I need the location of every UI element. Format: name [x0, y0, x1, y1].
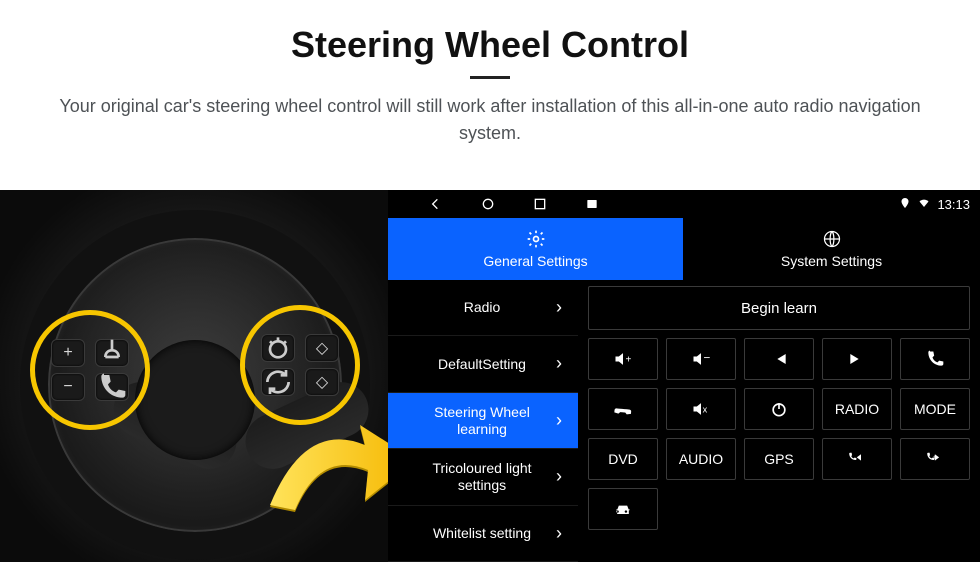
btn-mute[interactable]: x	[666, 388, 736, 430]
sidebar-item-tricoloured-light[interactable]: Tricoloured light settings›	[388, 449, 578, 505]
phone-hangup-icon	[613, 399, 633, 419]
tab-general-label: General Settings	[483, 253, 587, 269]
sidebar-item-defaultsetting[interactable]: DefaultSetting›	[388, 336, 578, 392]
empty-cell	[822, 488, 892, 530]
phone-next-icon	[925, 449, 945, 469]
volume-mute-icon: x	[691, 399, 711, 419]
svg-text:+: +	[626, 354, 632, 365]
track-next-icon	[847, 349, 867, 369]
wheel-btn-cycle	[261, 368, 295, 396]
highlight-circle-left: + −	[30, 310, 150, 430]
track-prev-icon	[769, 349, 789, 369]
wheel-btn-diamond: ◇	[305, 334, 339, 362]
function-button-grid: + − x RADIO MODE DVD AUDIO GPS	[588, 338, 970, 530]
svg-text:−: −	[704, 352, 711, 365]
volume-up-icon: +	[613, 349, 633, 369]
highlight-circle-right: ◇ ◇	[240, 305, 360, 425]
power-icon	[769, 399, 789, 419]
btn-gps[interactable]: GPS	[744, 438, 814, 480]
btn-prev[interactable]	[744, 338, 814, 380]
page-title: Steering Wheel Control	[40, 24, 940, 66]
btn-mode[interactable]: MODE	[900, 388, 970, 430]
phone-prev-icon	[847, 449, 867, 469]
btn-power[interactable]	[744, 388, 814, 430]
btn-audio[interactable]: AUDIO	[666, 438, 736, 480]
nav-recents-icon[interactable]	[532, 196, 548, 212]
empty-cell	[744, 488, 814, 530]
btn-call-next[interactable]	[900, 438, 970, 480]
car-icon	[613, 499, 633, 519]
btn-vol-up[interactable]: +	[588, 338, 658, 380]
volume-down-icon: −	[691, 349, 711, 369]
btn-hangup[interactable]	[588, 388, 658, 430]
chevron-right-icon: ›	[556, 410, 562, 432]
begin-learn-button[interactable]: Begin learn	[588, 286, 970, 330]
wheel-btn-minus: −	[51, 373, 85, 401]
gear-icon	[526, 229, 546, 249]
btn-dvd[interactable]: DVD	[588, 438, 658, 480]
gps-icon	[899, 197, 911, 212]
chevron-right-icon: ›	[556, 466, 562, 488]
sidebar-item-radio[interactable]: Radio›	[388, 280, 578, 336]
btn-radio[interactable]: RADIO	[822, 388, 892, 430]
btn-car[interactable]	[588, 488, 658, 530]
phone-icon	[925, 349, 945, 369]
svg-text:x: x	[703, 404, 708, 414]
sidebar-item-whitelist[interactable]: Whitelist setting›	[388, 506, 578, 562]
product-panel: + − ◇ ◇ 13:13	[0, 190, 980, 562]
btn-call-prev[interactable]	[822, 438, 892, 480]
btn-next[interactable]	[822, 338, 892, 380]
sidebar-item-steering-wheel-learning[interactable]: Steering Wheel learning›	[388, 393, 578, 449]
title-divider	[470, 76, 510, 79]
nav-back-icon[interactable]	[428, 196, 444, 212]
wheel-btn-plus: +	[51, 339, 85, 367]
head-unit-screen: 13:13 General Settings System Settings R…	[388, 190, 980, 562]
tab-system-settings[interactable]: System Settings	[684, 218, 980, 280]
settings-tabs: General Settings System Settings	[388, 218, 980, 280]
learning-panel: Begin learn + − x RADIO MODE DVD AUDIO G…	[578, 280, 980, 562]
chevron-right-icon: ›	[556, 297, 562, 319]
nav-home-icon[interactable]	[480, 196, 496, 212]
nav-screenshot-icon[interactable]	[584, 196, 600, 212]
wheel-btn-voice	[95, 339, 129, 367]
empty-cell	[900, 488, 970, 530]
chevron-right-icon: ›	[556, 523, 562, 545]
wheel-btn-dash	[261, 334, 295, 362]
btn-vol-down[interactable]: −	[666, 338, 736, 380]
wifi-icon	[917, 197, 931, 212]
tab-general-settings[interactable]: General Settings	[388, 218, 684, 280]
wheel-btn-diamond2: ◇	[305, 368, 339, 396]
steering-wheel-photo: + − ◇ ◇	[0, 190, 390, 562]
page-subtitle: Your original car's steering wheel contr…	[40, 93, 940, 147]
globe-icon	[822, 229, 842, 249]
tab-system-label: System Settings	[781, 253, 882, 269]
wheel-btn-phone	[95, 373, 129, 401]
chevron-right-icon: ›	[556, 353, 562, 375]
settings-sidebar: Radio› DefaultSetting› Steering Wheel le…	[388, 280, 578, 562]
btn-call[interactable]	[900, 338, 970, 380]
empty-cell	[666, 488, 736, 530]
android-status-bar: 13:13	[388, 190, 980, 218]
wheel-hub	[135, 340, 255, 460]
clock-time: 13:13	[937, 197, 970, 212]
